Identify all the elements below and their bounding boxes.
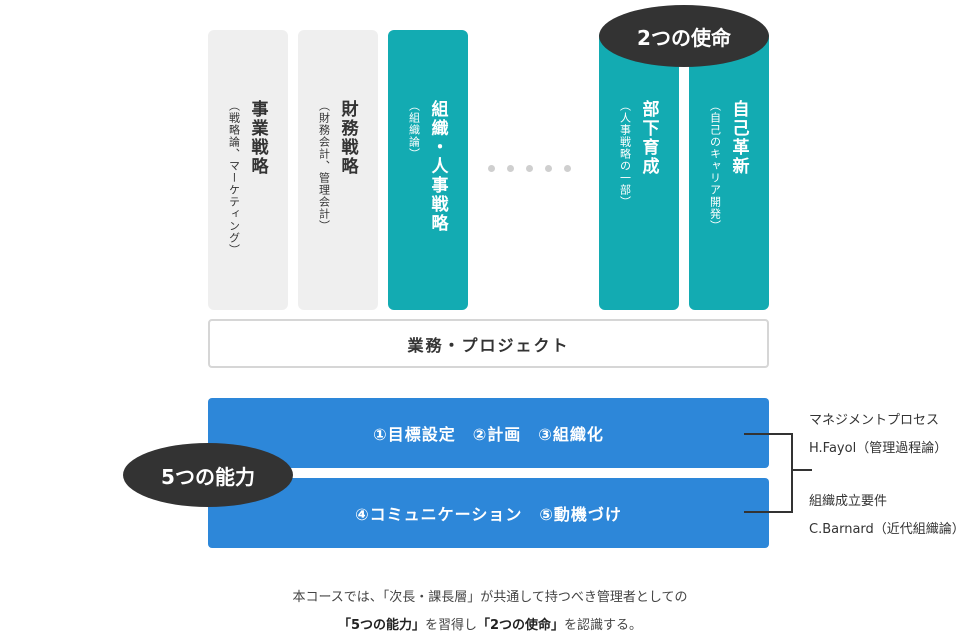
note-fayol: H.Fayol（管理過程論） <box>809 441 948 456</box>
footer-text: を習得し <box>424 618 477 633</box>
project-base-bar: 業務・プロジェクト <box>208 319 769 368</box>
dot <box>526 165 533 172</box>
two-missions-badge: 2つの使命 <box>599 5 769 67</box>
dot <box>488 165 495 172</box>
note-organization-requirements: 組織成立要件 <box>809 494 888 509</box>
pillar-self-innovation: 自己革新 （自己のキャリア開発） <box>689 30 769 310</box>
pillar-subtitle: （組織論） <box>407 100 421 160</box>
pillar-title: 部下育成 <box>638 100 659 176</box>
pillar-business-strategy: 事業戦略 （戦略論、マーケティング） <box>208 30 288 310</box>
pillar-subordinate-development: 部下育成 （人事戦略の一部） <box>599 30 679 310</box>
pillar-subtitle: （人事戦略の一部） <box>618 100 632 208</box>
footer-two-missions: 「2つの使命」 <box>477 618 565 633</box>
dot <box>564 165 571 172</box>
pillar-title: 事業戦略 <box>247 100 268 176</box>
footer-line-2: 「5つの能力」を習得し「2つの使命」を認識する。 <box>0 614 980 633</box>
dot <box>545 165 552 172</box>
ability-bar-bottom: ④コミュニケーション ⑤動機づけ <box>208 478 769 548</box>
pillar-subtitle: （自己のキャリア開発） <box>708 100 722 232</box>
note-management-process: マネジメントプロセス <box>809 413 940 428</box>
ability-bar-top: ①目標設定 ②計画 ③組織化 <box>208 398 769 468</box>
footer-line-1: 本コースでは、「次長・課長層」が共通して持つべき管理者としての <box>292 590 688 605</box>
five-abilities-badge: 5つの能力 <box>123 443 293 507</box>
pillar-title: 財務戦略 <box>337 100 358 176</box>
pillar-organization-hr-strategy: 組織・人事戦略 （組織論） <box>388 30 468 310</box>
pillar-subtitle: （戦略論、マーケティング） <box>227 100 241 256</box>
pillar-title: 自己革新 <box>728 100 749 176</box>
note-barnard: C.Barnard（近代組織論） <box>809 522 965 537</box>
pillar-title: 組織・人事戦略 <box>427 100 448 233</box>
pillar-subtitle: （財務会計、管理会計） <box>317 100 331 232</box>
dot <box>507 165 514 172</box>
footer-five-abilities: 「5つの能力」 <box>337 618 425 633</box>
footer-text: を認識する。 <box>564 618 643 633</box>
pillar-financial-strategy: 財務戦略 （財務会計、管理会計） <box>298 30 378 310</box>
ellipsis-dots <box>488 165 571 172</box>
